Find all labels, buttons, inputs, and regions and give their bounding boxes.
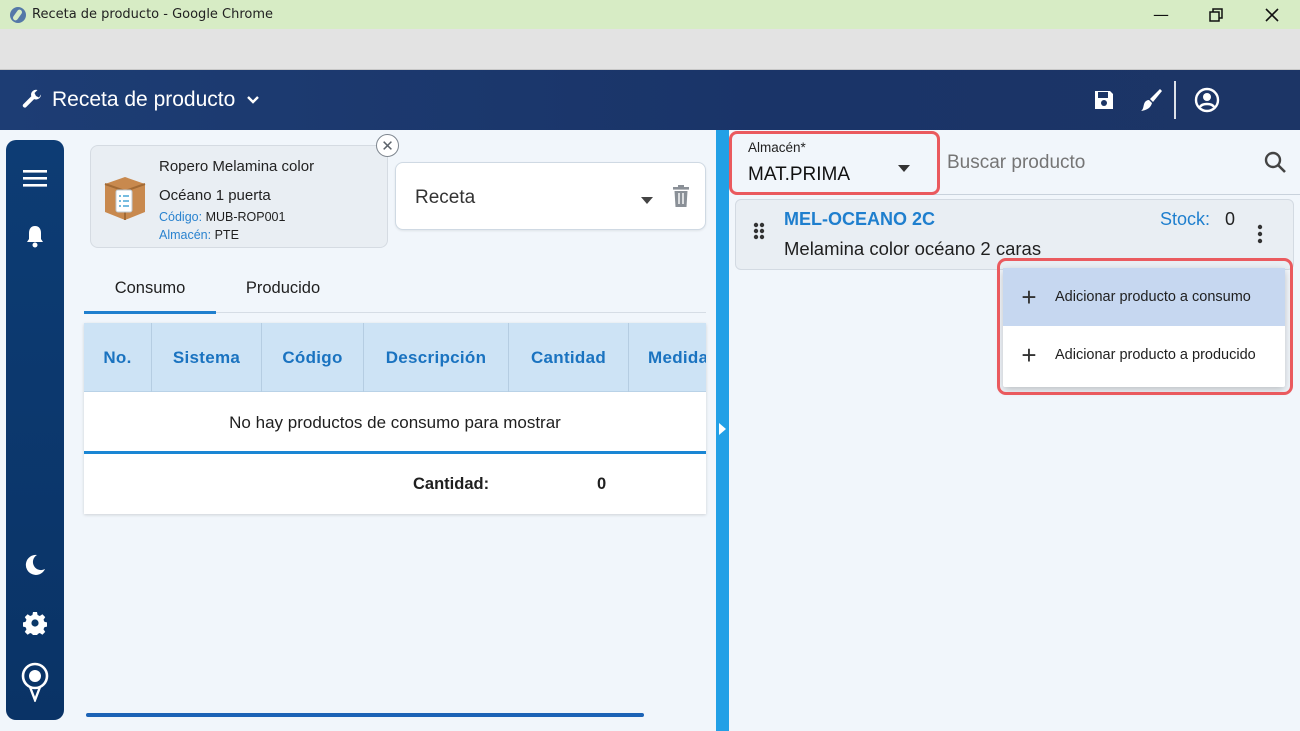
app-title-menu[interactable]: Receta de producto xyxy=(20,88,261,112)
account-icon[interactable] xyxy=(1194,87,1220,113)
table-header: No. Sistema Código Descripción Cantidad … xyxy=(84,323,706,392)
brush-icon[interactable] xyxy=(1138,87,1164,113)
wrench-icon xyxy=(20,88,44,112)
close-product-icon[interactable]: ✕ xyxy=(376,134,399,157)
column-header-medida[interactable]: Medida xyxy=(629,323,706,392)
chrome-logo-icon xyxy=(10,6,26,23)
browser-toolbar xyxy=(0,29,1300,70)
product-code: Código: MUB-ROP001 xyxy=(159,210,286,224)
footer-total-value: 0 xyxy=(597,475,607,493)
caret-down-icon xyxy=(898,160,910,178)
column-header-codigo[interactable]: Código xyxy=(262,323,364,392)
more-options-icon[interactable] xyxy=(1257,224,1263,249)
column-header-descripcion[interactable]: Descripción xyxy=(364,323,509,392)
product-box-icon xyxy=(102,174,148,227)
trash-icon[interactable] xyxy=(672,185,690,212)
tab-consumo[interactable]: Consumo xyxy=(84,262,216,314)
tab-producido[interactable]: Producido xyxy=(216,262,350,314)
receta-label: Receta xyxy=(415,187,476,208)
product-warehouse: Almacén: PTE xyxy=(159,228,239,242)
almacen-value: MAT.PRIMA xyxy=(748,164,851,185)
search-input[interactable] xyxy=(947,149,1247,177)
footer-total-label: Cantidad: xyxy=(413,475,490,493)
consumo-table: No. Sistema Código Descripción Cantidad … xyxy=(84,323,706,514)
empty-message: No hay productos de consumo para mostrar xyxy=(229,413,561,432)
highlight-box xyxy=(997,258,1293,395)
panel-splitter[interactable] xyxy=(716,130,729,731)
search-icon[interactable] xyxy=(1264,151,1286,178)
column-header-cantidad[interactable]: Cantidad xyxy=(509,323,629,392)
window-title-bar: Receta de producto - Google Chrome — xyxy=(0,0,1300,29)
app-bar: Receta de producto xyxy=(0,70,1300,130)
result-stock-value: 0 xyxy=(1225,209,1236,229)
active-tab-indicator xyxy=(84,311,216,314)
minimize-icon[interactable]: — xyxy=(1133,0,1189,29)
app-title: Receta de producto xyxy=(52,88,236,111)
save-icon[interactable] xyxy=(1092,88,1116,112)
receta-select[interactable]: Receta xyxy=(395,162,706,230)
bell-icon[interactable] xyxy=(6,224,64,248)
drag-handle-icon[interactable] xyxy=(753,221,765,246)
restore-icon[interactable] xyxy=(1188,0,1244,29)
product-name-line2: Océano 1 puerta xyxy=(159,187,271,204)
search-field[interactable] xyxy=(930,131,1300,195)
tabs: Consumo Producido xyxy=(84,262,706,314)
product-card: Ropero Melamina color Océano 1 puerta Có… xyxy=(90,145,388,248)
almacen-select[interactable]: Almacén* MAT.PRIMA xyxy=(729,131,940,195)
chevron-down-icon xyxy=(245,92,261,108)
result-code: MEL-OCEANO 2C xyxy=(784,209,936,229)
column-header-no[interactable]: No. xyxy=(84,323,152,392)
divider xyxy=(1174,81,1176,119)
product-name-line1: Ropero Melamina color xyxy=(159,158,315,175)
almacen-label: Almacén* xyxy=(748,140,806,155)
table-footer: Cantidad: 0 xyxy=(84,451,706,514)
gear-icon[interactable] xyxy=(6,611,64,635)
caret-down-icon xyxy=(641,192,653,210)
side-rail xyxy=(6,140,64,720)
close-window-icon[interactable] xyxy=(1244,0,1300,29)
app-bar-actions xyxy=(1092,70,1300,130)
company-logo-icon xyxy=(6,662,64,702)
result-stock-label: Stock: xyxy=(1160,209,1211,229)
menu-icon[interactable] xyxy=(6,168,64,188)
caret-right-icon xyxy=(719,423,726,435)
horizontal-scrollbar[interactable] xyxy=(86,713,644,717)
dark-mode-icon[interactable] xyxy=(6,553,64,577)
window-title: Receta de producto - Google Chrome xyxy=(32,7,274,22)
column-header-sistema[interactable]: Sistema xyxy=(152,323,262,392)
result-description: Melamina color océano 2 caras xyxy=(784,238,1042,259)
